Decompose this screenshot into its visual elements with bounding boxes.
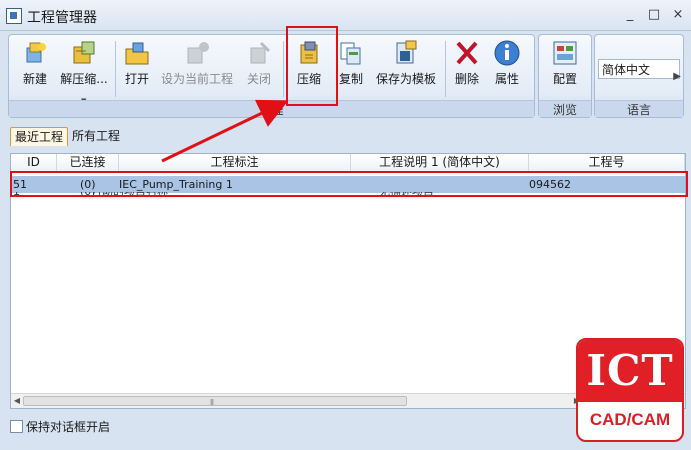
logo-ict-text: ICT [578, 340, 682, 402]
ict-cad-cam-logo: ICT CAD/CAM [576, 338, 684, 442]
arrow-icon [161, 99, 289, 163]
logo-cadcam-text: CAD/CAM [589, 410, 671, 429]
